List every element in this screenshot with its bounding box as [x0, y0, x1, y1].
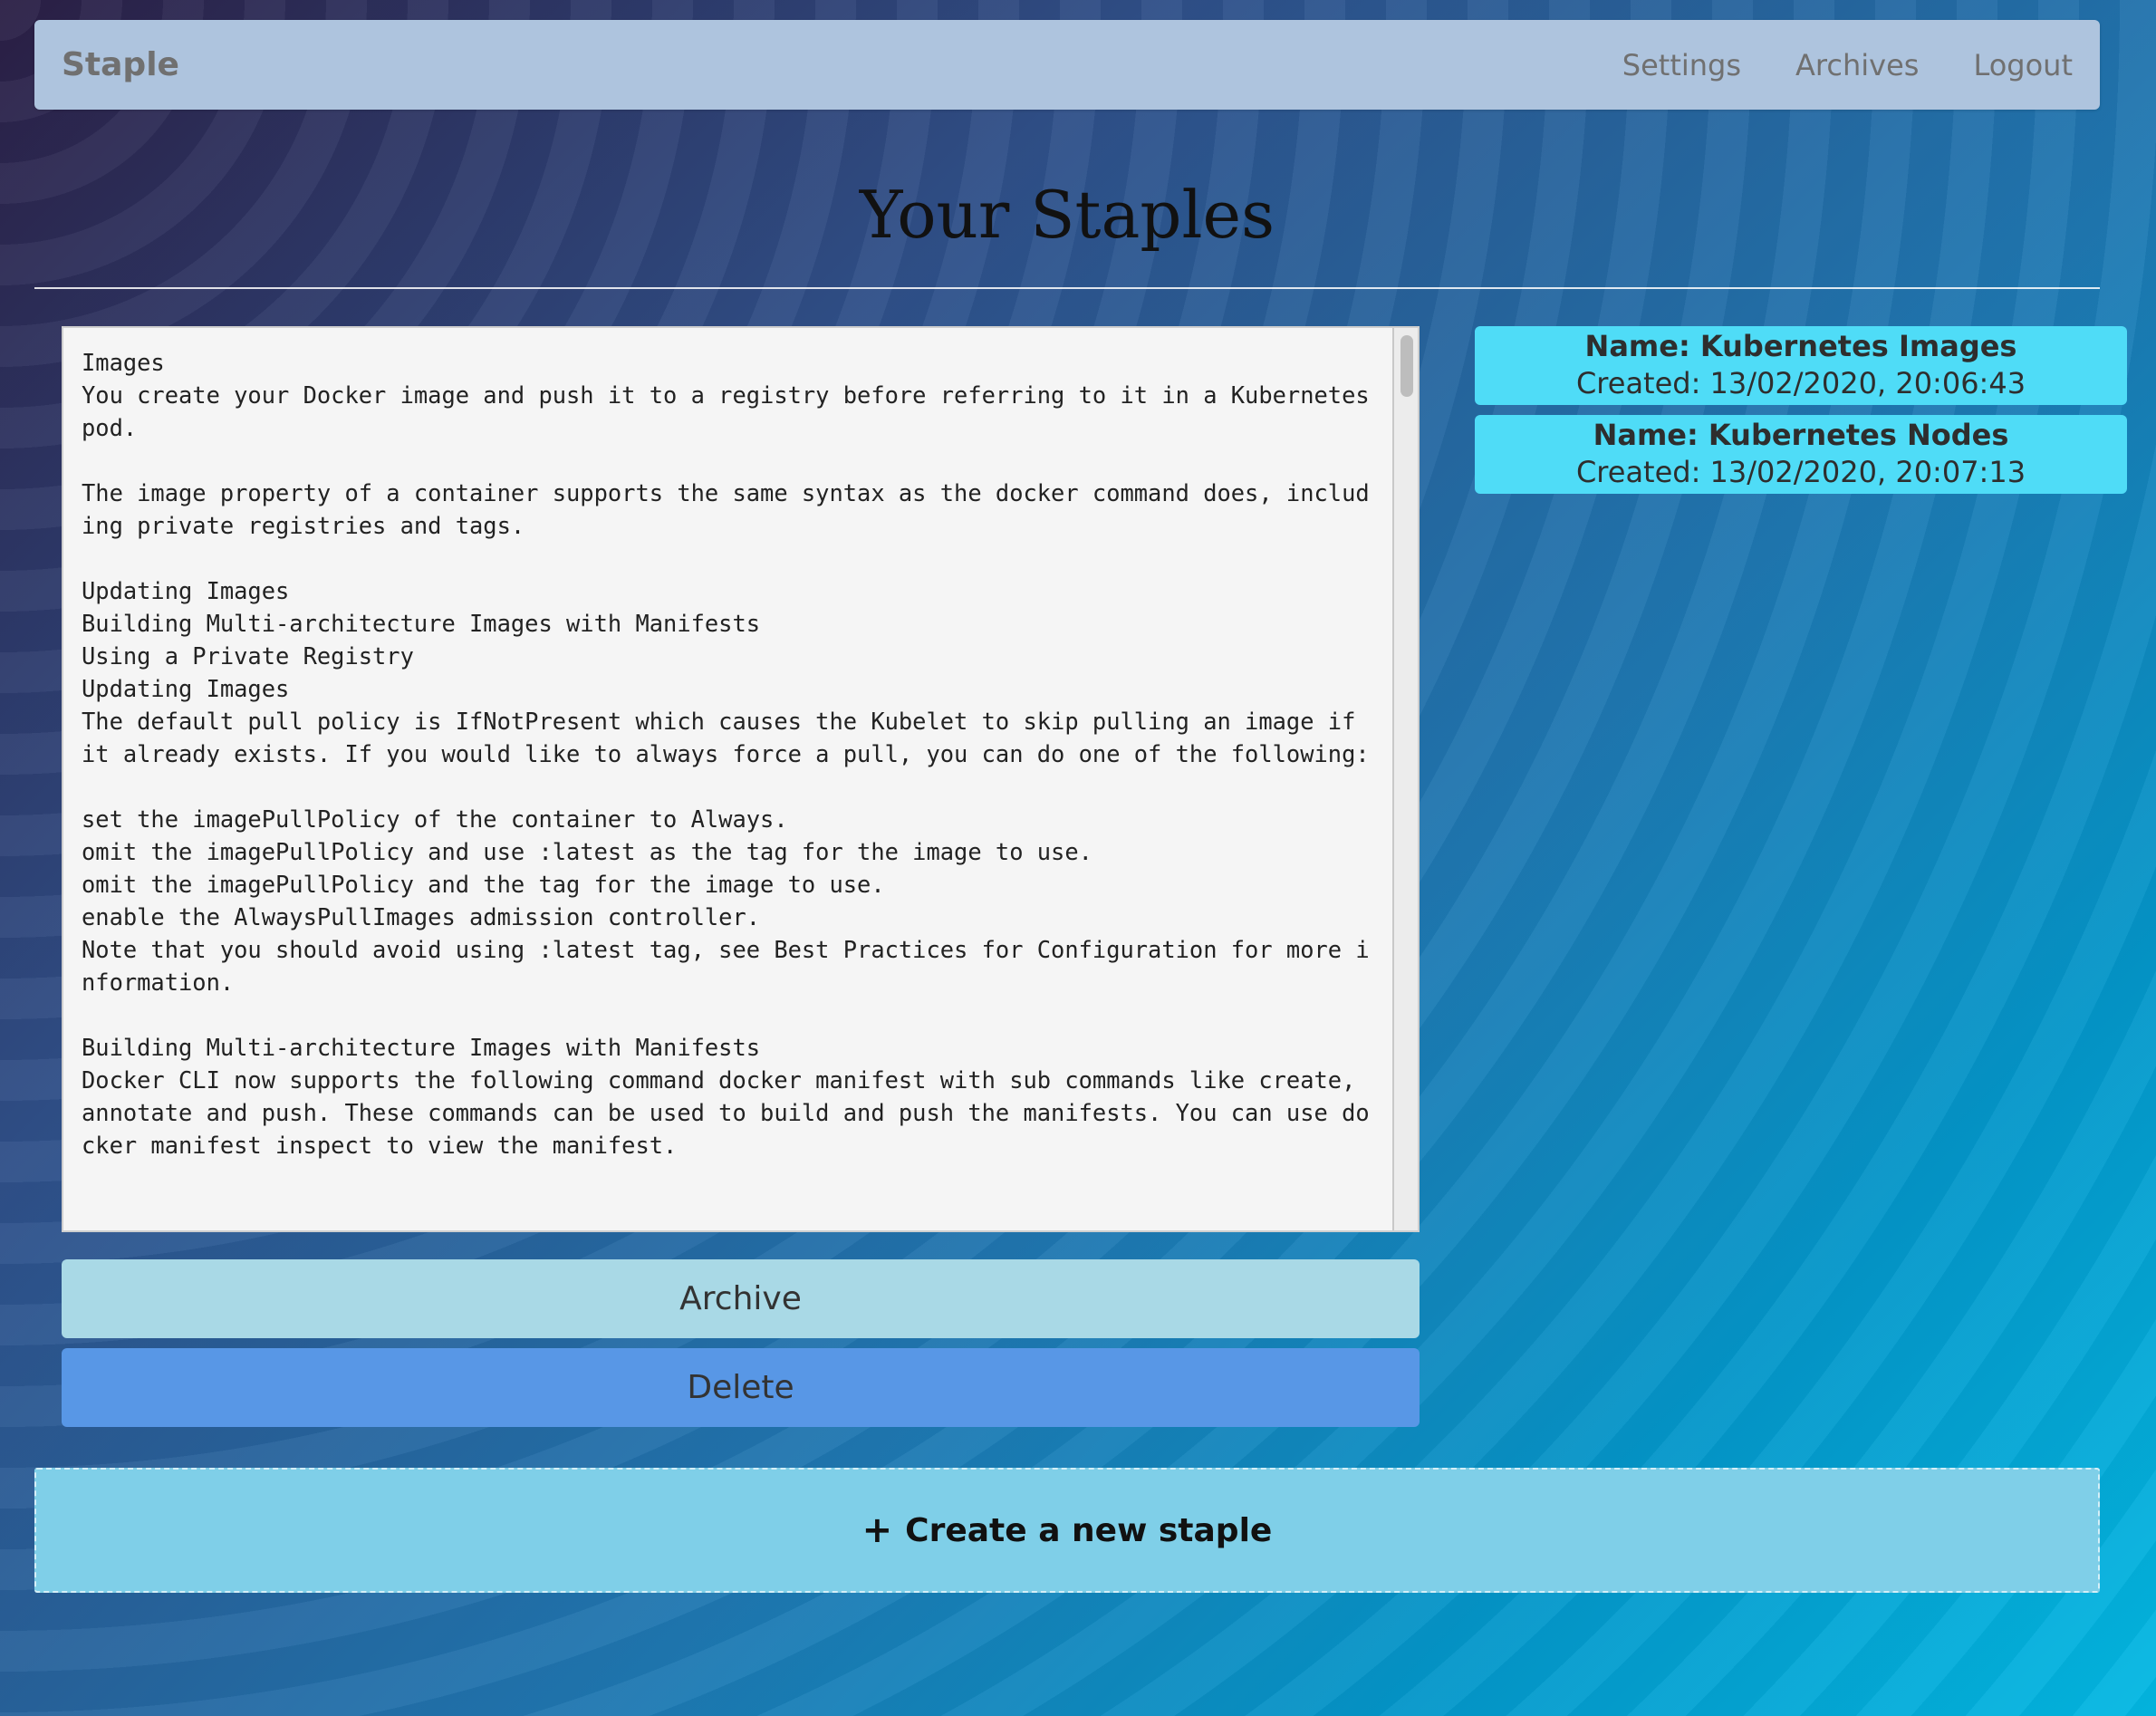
brand-logo[interactable]: Staple	[62, 20, 179, 110]
nav-links: Settings Archives Logout	[1568, 20, 2073, 110]
navbar: Staple Settings Archives Logout	[34, 20, 2100, 110]
page-title: Your Staples	[859, 177, 1275, 253]
delete-button[interactable]: Delete	[62, 1348, 1420, 1427]
nav-link-archives[interactable]: Archives	[1795, 48, 1919, 82]
staple-name: Name: Kubernetes Nodes	[1593, 418, 2009, 452]
staple-created: Created: 13/02/2020, 20:07:13	[1575, 455, 2026, 489]
archive-button[interactable]: Archive	[62, 1259, 1420, 1338]
divider	[34, 287, 2100, 289]
plus-icon: +	[861, 1509, 893, 1551]
create-staple-label: Create a new staple	[905, 1511, 1273, 1549]
content-scrollbar[interactable]	[1392, 328, 1418, 1230]
staple-card[interactable]: Name: Kubernetes Images Created: 13/02/2…	[1475, 326, 2127, 405]
scrollbar-thumb[interactable]	[1400, 335, 1413, 397]
staple-content-text: Images You create your Docker image and …	[82, 349, 1370, 1159]
staple-created: Created: 13/02/2020, 20:06:43	[1575, 366, 2026, 400]
staple-name: Name: Kubernetes Images	[1584, 329, 2017, 363]
create-staple-button[interactable]: + Create a new staple	[34, 1468, 2100, 1593]
staple-content-textarea[interactable]: Images You create your Docker image and …	[62, 326, 1420, 1232]
nav-link-settings[interactable]: Settings	[1622, 48, 1741, 82]
nav-link-logout[interactable]: Logout	[1973, 48, 2073, 82]
staple-card[interactable]: Name: Kubernetes Nodes Created: 13/02/20…	[1475, 415, 2127, 494]
